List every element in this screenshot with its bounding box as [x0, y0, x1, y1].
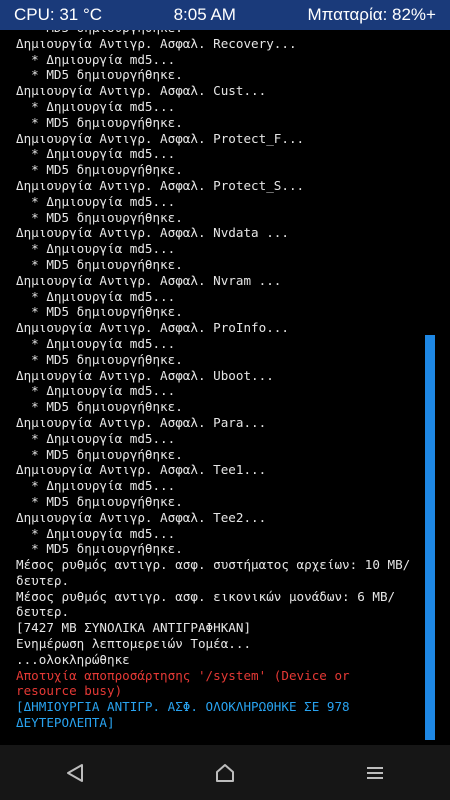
- menu-icon: [367, 766, 383, 779]
- menu-button[interactable]: [345, 745, 405, 800]
- navigation-bar: [0, 745, 450, 800]
- log-line: Δημιουργία Αντιγρ. Ασφαλ. Tee2...: [16, 509, 267, 525]
- log-line: * MD5 δημιουργήθηκε.: [16, 162, 183, 178]
- log-line: Δημιουργία Αντιγρ. Ασφαλ. Protect_S...: [16, 177, 305, 193]
- back-triangle-icon: [67, 763, 83, 782]
- home-icon: [216, 763, 234, 782]
- back-button[interactable]: [45, 745, 105, 800]
- log-line: [ΔΗΜΙΟΥΡΓΙΑ ΑΝΤΙΓΡ. ΑΣΦ. ΟΛΟΚΛΗΡΩΘΗΚΕ ΣΕ…: [16, 699, 350, 715]
- log-line: Δημιουργία Αντιγρ. Ασφαλ. Uboot...: [16, 367, 274, 383]
- log-line: * MD5 δημιουργήθηκε.: [16, 351, 183, 367]
- cpu-temperature: CPU: 31 °C: [14, 5, 103, 24]
- log-line: resource busy): [16, 683, 123, 699]
- log-line: * MD5 δημιουργήθηκε.: [16, 493, 183, 509]
- log-line: * MD5 δημιουργήθηκε.: [16, 541, 183, 557]
- battery-level: Μπαταρία: 82%+: [307, 5, 436, 24]
- log-line: * Δημιουργία md5...: [16, 430, 176, 446]
- log-output: * MD5 δημιουργήθηκε.Δημιουργία Αντιγρ. Α…: [16, 30, 425, 731]
- log-line: Δημιουργία Αντιγρ. Ασφαλ. Protect_F...: [16, 130, 305, 146]
- log-line: * Δημιουργία md5...: [16, 98, 176, 114]
- log-line: [7427 MB ΣΥΝΟΛΙΚΑ ΑΝΤΙΓΡΑΦΗΚΑΝ]: [16, 620, 252, 636]
- log-line: Δημιουργία Αντιγρ. Ασφαλ. Tee1...: [16, 462, 267, 478]
- log-line: Μέσος ρυθμός αντιγρ. ασφ. συστήματος αρχ…: [16, 557, 411, 573]
- log-line: * Δημιουργία md5...: [16, 335, 176, 351]
- terminal-console[interactable]: * MD5 δημιουργήθηκε.Δημιουργία Αντιγρ. Α…: [0, 30, 425, 745]
- home-button[interactable]: [195, 745, 255, 800]
- log-line: * MD5 δημιουργήθηκε.: [16, 256, 183, 272]
- log-line: ...ολοκληρώθηκε: [16, 651, 130, 667]
- log-line: Δημιουργία Αντιγρ. Ασφαλ. Para...: [16, 414, 267, 430]
- scrollbar[interactable]: [425, 335, 435, 740]
- status-bar: CPU: 31 °C 8:05 AM Μπαταρία: 82%+: [0, 0, 450, 30]
- log-line: δευτερ.: [16, 604, 70, 620]
- log-line: δευτερ.: [16, 572, 70, 588]
- clock: 8:05 AM: [173, 5, 236, 24]
- log-line: * Δημιουργία md5...: [16, 193, 176, 209]
- log-line: * Δημιουργία md5...: [16, 478, 176, 494]
- log-line: * MD5 δημιουργήθηκε.: [16, 446, 183, 462]
- log-line: Δημιουργία Αντιγρ. Ασφαλ. Nvdata ...: [16, 225, 289, 241]
- log-line: * Δημιουργία md5...: [16, 241, 176, 257]
- log-line: * MD5 δημιουργήθηκε.: [16, 67, 183, 83]
- log-line: * Δημιουργία md5...: [16, 288, 176, 304]
- log-line: * MD5 δημιουργήθηκε.: [16, 304, 183, 320]
- log-line: Δημιουργία Αντιγρ. Ασφαλ. Recovery...: [16, 35, 297, 51]
- log-line: Δημιουργία Αντιγρ. Ασφαλ. Cust...: [16, 83, 267, 99]
- log-line: ΔΕΥΤΕΡΟΛΕΠΤΑ]: [16, 715, 115, 731]
- log-line: * MD5 δημιουργήθηκε.: [16, 209, 183, 225]
- log-line: * MD5 δημιουργήθηκε.: [16, 399, 183, 415]
- log-line: Δημιουργία Αντιγρ. Ασφαλ. ProInfo...: [16, 320, 289, 336]
- log-line: Μέσος ρυθμός αντιγρ. ασφ. εικονικών μονά…: [16, 588, 396, 604]
- log-line: * Δημιουργία md5...: [16, 383, 176, 399]
- log-line: Ενημέρωση λεπτομερειών Τομέα...: [16, 636, 252, 652]
- log-line: * Δημιουργία md5...: [16, 51, 176, 67]
- log-line: * MD5 δημιουργήθηκε.: [16, 114, 183, 130]
- log-line: Δημιουργία Αντιγρ. Ασφαλ. Nvram ...: [16, 272, 282, 288]
- log-line: * Δημιουργία md5...: [16, 146, 176, 162]
- log-line: * Δημιουργία md5...: [16, 525, 176, 541]
- log-line: Αποτυχία αποπροσάρτησης '/system' (Devic…: [16, 667, 350, 683]
